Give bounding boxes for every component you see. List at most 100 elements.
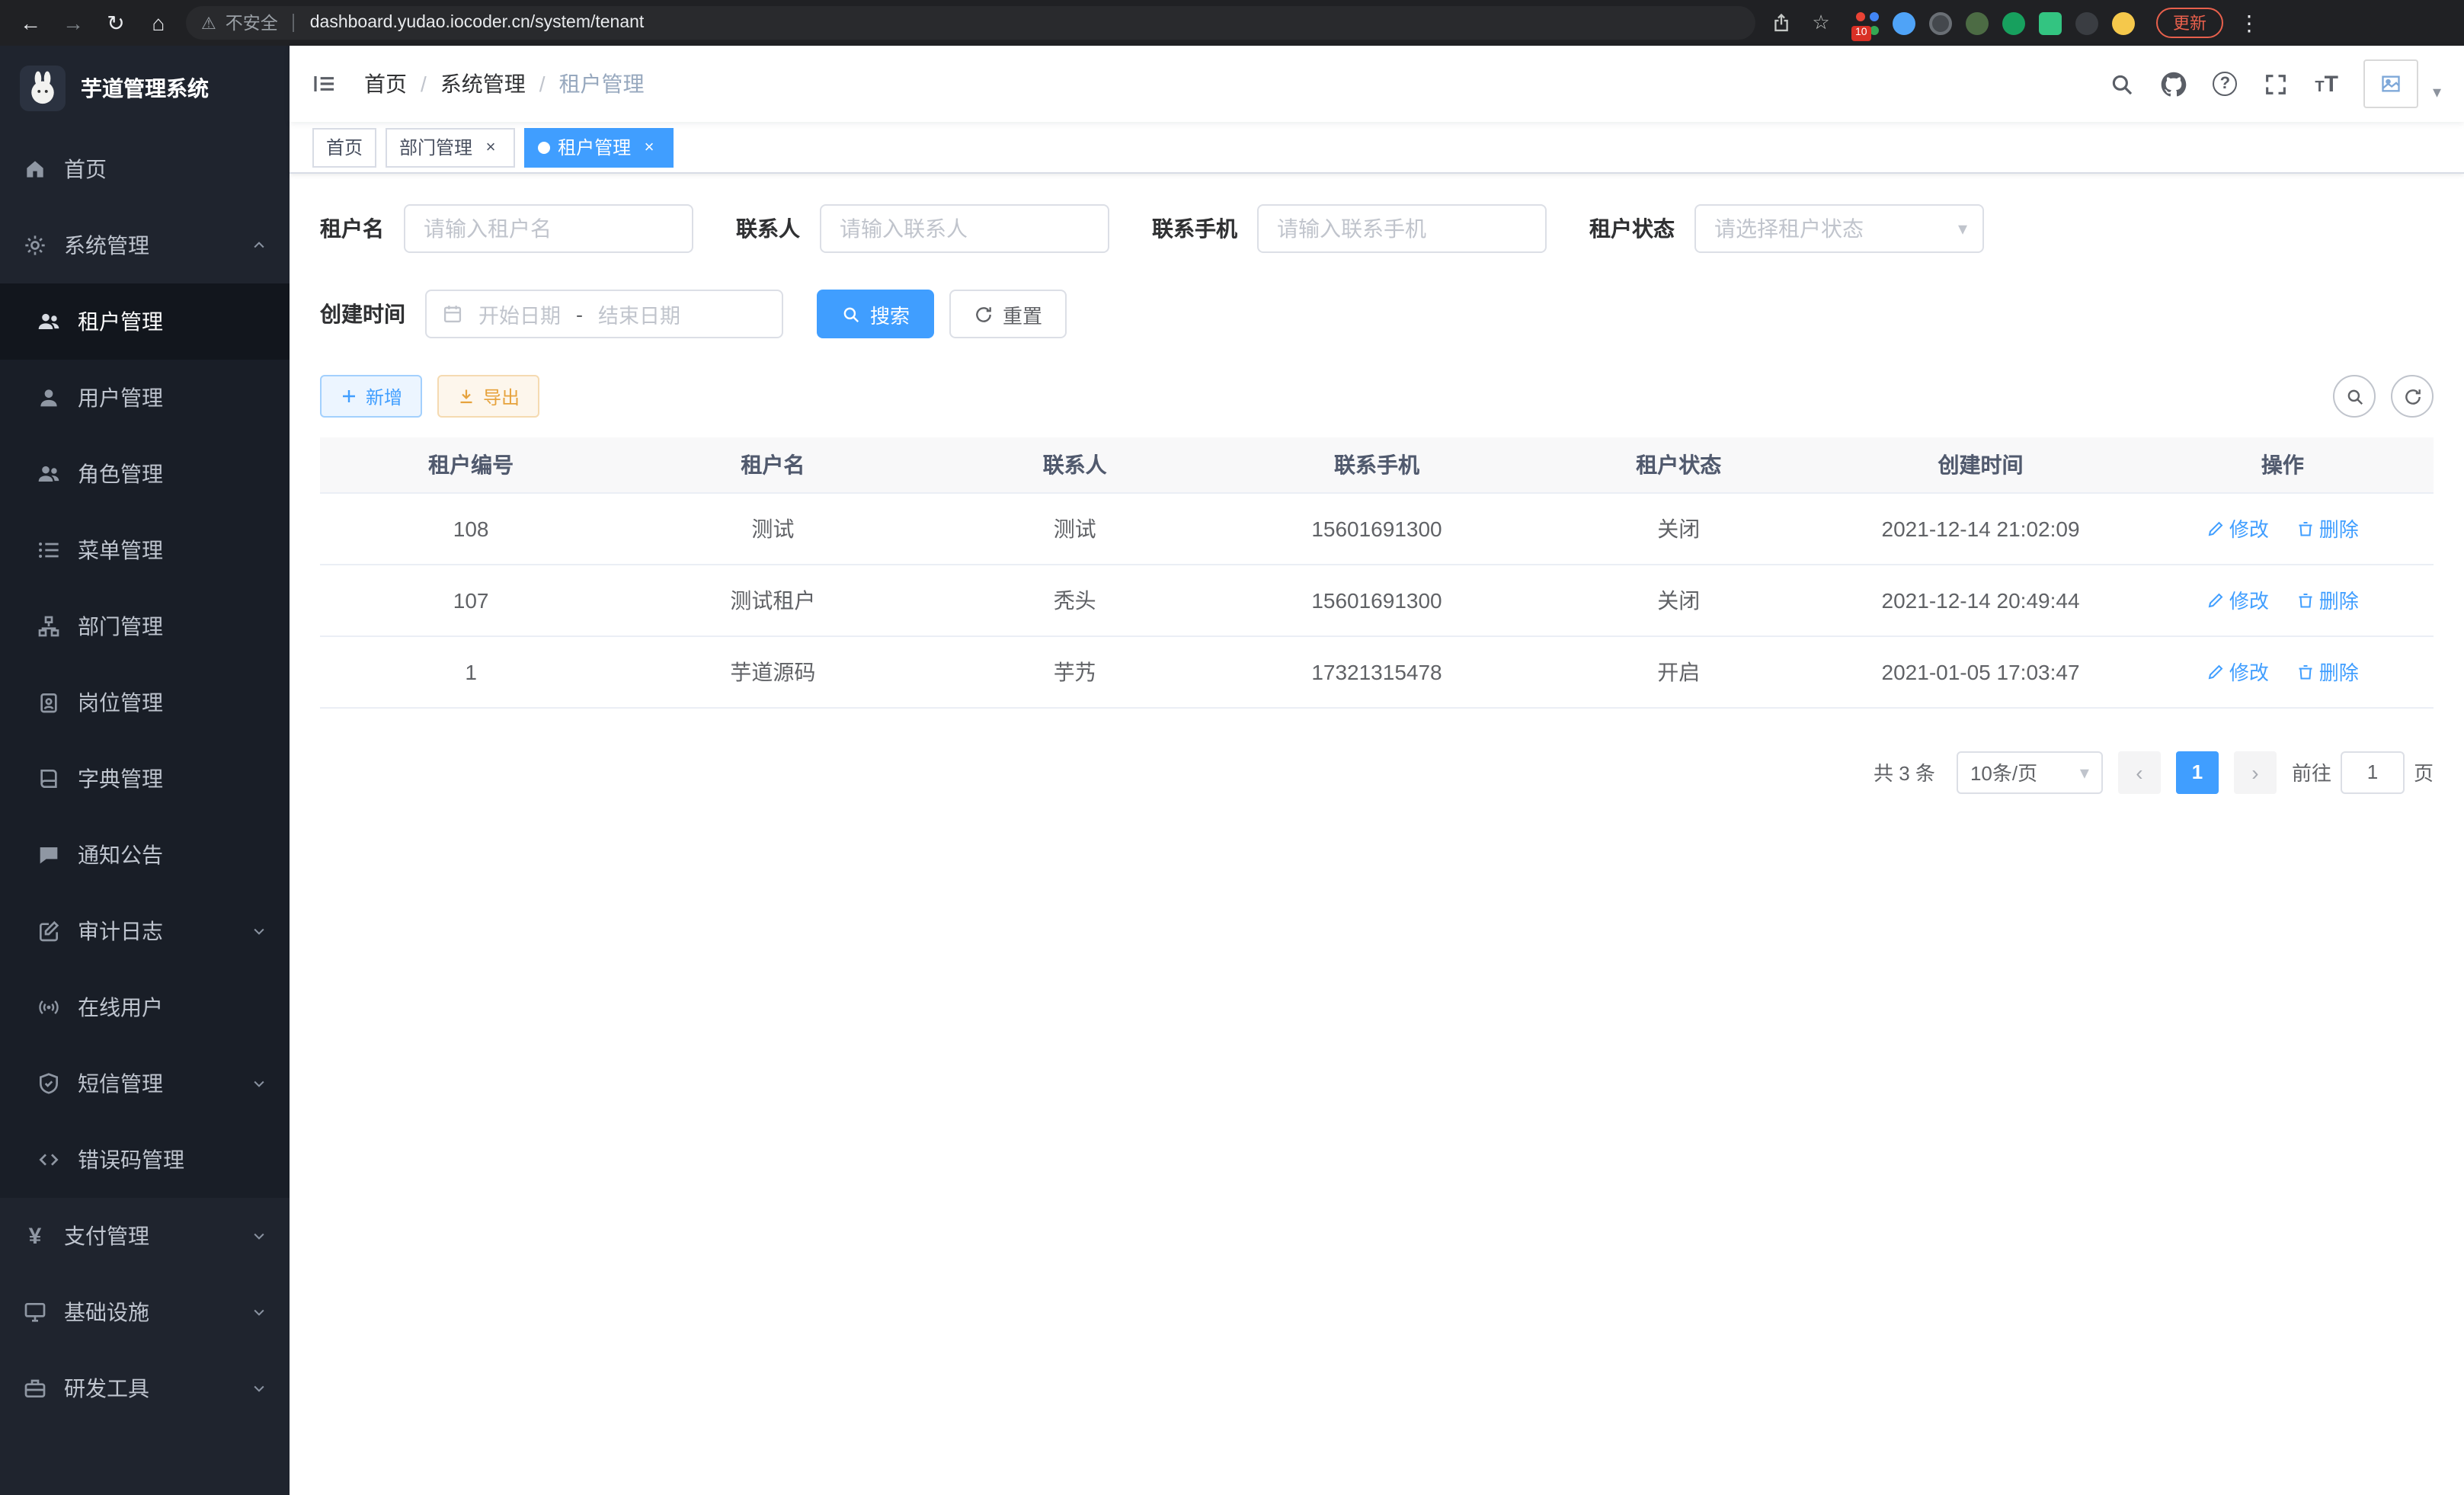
tab-tenant[interactable]: 租户管理 × [524,127,674,167]
col-status: 租户状态 [1528,437,1829,492]
export-button[interactable]: 导出 [437,375,539,418]
extension-icon-6[interactable] [2039,11,2062,34]
search-button[interactable]: 搜索 [817,290,934,338]
sidebar-item-menu[interactable]: 菜单管理 [0,512,290,588]
browser-chrome: ← → ↻ ⌂ ⚠ 不安全 dashboard.yudao.iocoder.cn… [0,0,2464,46]
sidebar-item-user[interactable]: 用户管理 [0,360,290,436]
header-search-icon[interactable] [2109,71,2135,97]
create-time-range-picker[interactable]: 开始日期 - 结束日期 [425,290,783,338]
delete-link[interactable]: 删除 [2296,657,2359,686]
tenant-name-input[interactable] [404,204,693,253]
status-select[interactable]: 请选择租户状态 ▾ [1694,204,1984,253]
mobile-input[interactable] [1257,204,1547,253]
next-page-button[interactable]: › [2234,751,2277,793]
sidebar-item-audit-log[interactable]: 审计日志 [0,893,290,969]
tab-home[interactable]: 首页 [312,127,376,167]
sidebar-item-payment[interactable]: ¥ 支付管理 [0,1198,290,1274]
font-size-icon[interactable]: TT [2315,71,2338,97]
sidebar-item-dict[interactable]: 字典管理 [0,741,290,817]
chevron-down-icon [251,1381,267,1396]
add-button[interactable]: 新增 [320,375,422,418]
extension-icon-5[interactable] [2002,11,2025,34]
sidebar-item-system[interactable]: 系统管理 [0,207,290,283]
contact-label: 联系人 [736,213,800,244]
sidebar-item-post[interactable]: 岗位管理 [0,664,290,741]
tab-label: 部门管理 [399,134,472,160]
avatar-caret-icon[interactable]: ▾ [2433,82,2441,108]
help-icon[interactable]: ? [2213,72,2237,96]
toggle-search-button[interactable] [2333,375,2376,418]
sidebar-item-label: 审计日志 [78,916,163,946]
sidebar-item-error-code[interactable]: 错误码管理 [0,1122,290,1198]
code-icon [37,1148,61,1172]
refresh-table-button[interactable] [2391,375,2434,418]
edit-link[interactable]: 修改 [2206,514,2269,543]
extensions-area: 10 [1856,11,2135,34]
delete-link[interactable]: 删除 [2296,585,2359,614]
security-warning-icon: ⚠ [201,13,216,33]
page-size-select[interactable]: 10条/页 ▾ [1957,751,2103,793]
edit-link[interactable]: 修改 [2206,657,2269,686]
extension-icon-1[interactable]: 10 [1856,11,1879,34]
extension-badge: 10 [1851,25,1871,40]
browser-forward-icon[interactable]: → [58,11,88,35]
sidebar-toggle-icon[interactable] [312,72,340,96]
bookmark-star-icon[interactable]: ☆ [1807,11,1835,35]
share-icon[interactable] [1768,11,1795,35]
delete-link[interactable]: 删除 [2296,514,2359,543]
browser-home-icon[interactable]: ⌂ [143,11,174,35]
app-logo: 芋道管理系统 [0,46,290,131]
browser-menu-icon[interactable]: ⋮ [2235,10,2263,36]
address-bar[interactable]: ⚠ 不安全 dashboard.yudao.iocoder.cn/system/… [186,6,1755,40]
breadcrumb-system[interactable]: 系统管理 [440,69,526,99]
col-mobile: 联系手机 [1226,437,1528,492]
close-icon[interactable]: × [638,136,660,158]
reset-button[interactable]: 重置 [949,290,1067,338]
page-unit-label: 页 [2414,757,2434,786]
sidebar-item-sms[interactable]: 短信管理 [0,1045,290,1122]
sidebar-item-label: 岗位管理 [78,687,163,718]
sidebar-item-dept[interactable]: 部门管理 [0,588,290,664]
browser-update-button[interactable]: 更新 [2156,8,2223,38]
navbar-actions: ? TT ▾ [2109,59,2441,108]
sidebar-item-notice[interactable]: 通知公告 [0,817,290,893]
date-separator: - [576,303,583,325]
cell-created: 2021-12-14 20:49:44 [1829,564,2131,635]
sidebar-item-online-user[interactable]: 在线用户 [0,969,290,1045]
sidebar-item-tenant[interactable]: 租户管理 [0,283,290,360]
goto-page-input[interactable] [2341,751,2405,793]
close-icon[interactable]: × [480,136,501,158]
sidebar-item-infrastructure[interactable]: 基础设施 [0,1274,290,1350]
sidebar-item-label: 基础设施 [64,1297,149,1327]
extension-icon-4[interactable] [1966,11,1989,34]
extension-icon-7[interactable] [2075,11,2098,34]
breadcrumb-separator: / [421,72,427,96]
sidebar-item-role[interactable]: 角色管理 [0,436,290,512]
sidebar-item-label: 菜单管理 [78,535,163,565]
extension-icon-2[interactable] [1893,11,1915,34]
user-avatar[interactable] [2364,59,2419,108]
tab-dept[interactable]: 部门管理 × [386,127,515,167]
github-icon[interactable] [2161,71,2187,97]
url-text: dashboard.yudao.iocoder.cn/system/tenant [310,14,645,32]
cell-mobile: 15601691300 [1226,492,1528,564]
sidebar-item-home[interactable]: 首页 [0,131,290,207]
toolbox-icon [23,1376,47,1401]
browser-back-icon[interactable]: ← [15,11,46,35]
message-icon [37,843,61,867]
menu-list-icon [37,538,61,562]
cell-contact: 测试 [924,492,1226,564]
browser-reload-icon[interactable]: ↻ [101,10,131,36]
breadcrumb-separator: / [539,72,546,96]
status-label: 租户状态 [1589,213,1675,244]
extension-icon-8[interactable] [2112,11,2135,34]
edit-square-icon [37,919,61,943]
breadcrumb-home[interactable]: 首页 [364,69,407,99]
edit-link[interactable]: 修改 [2206,585,2269,614]
contact-input[interactable] [820,204,1109,253]
page-number-1[interactable]: 1 [2176,751,2219,793]
extension-icon-3[interactable] [1929,11,1952,34]
sidebar-item-devtools[interactable]: 研发工具 [0,1350,290,1426]
prev-page-button[interactable]: ‹ [2118,751,2161,793]
fullscreen-icon[interactable] [2263,71,2289,97]
